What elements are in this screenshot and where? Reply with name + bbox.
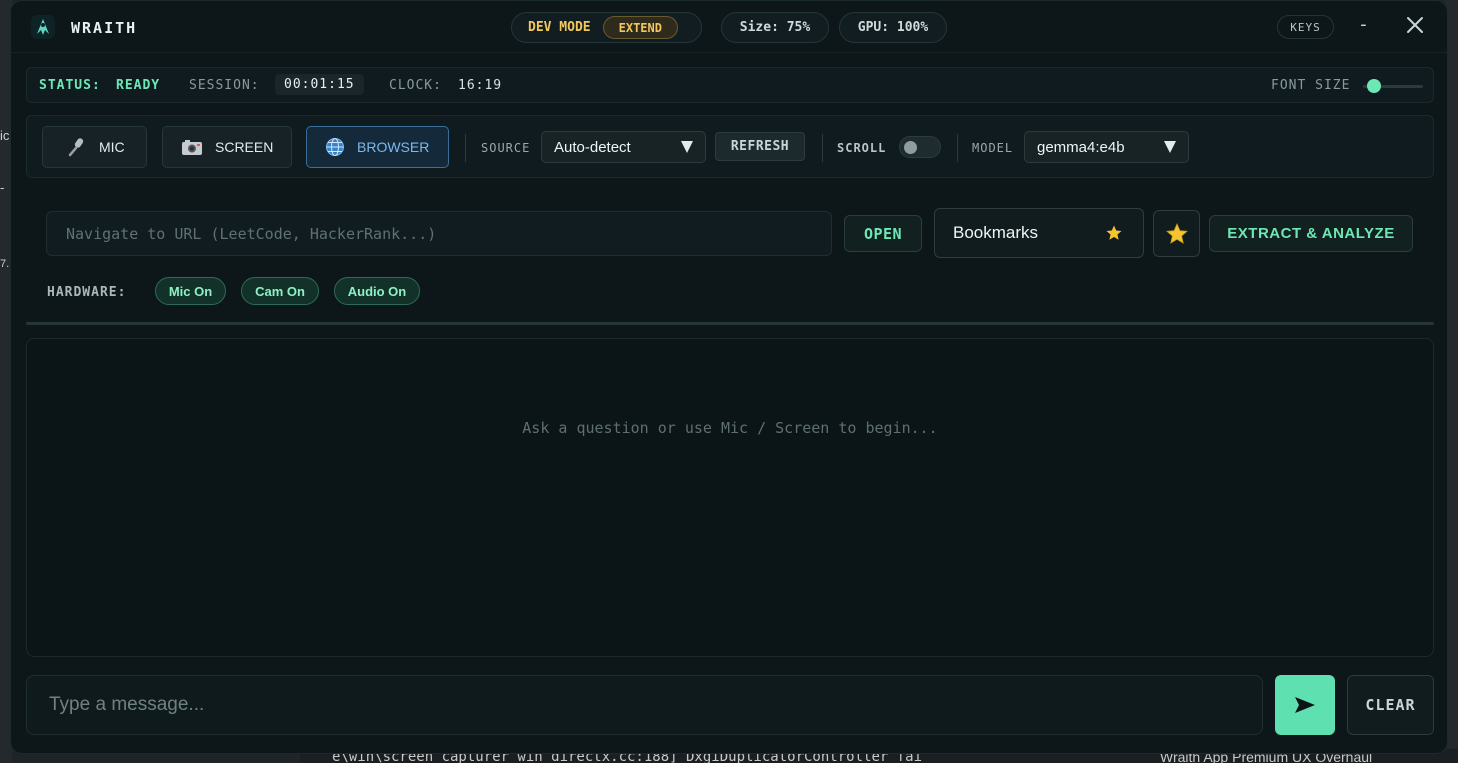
camera-icon (181, 138, 203, 156)
input-toolbar: MIC SCREEN BROWSER SOURCE Auto-detect RE… (26, 115, 1434, 178)
screen-button[interactable]: SCREEN (162, 126, 292, 168)
mic-label: MIC (99, 139, 125, 155)
toolbar-divider (957, 134, 958, 162)
clock-value: 16:19 (458, 78, 503, 93)
background-text: - (0, 180, 5, 195)
browser-button[interactable]: BROWSER (306, 126, 449, 168)
model-label: MODEL (972, 141, 1014, 155)
status-bar: STATUS: READY SESSION: 00:01:15 CLOCK: 1… (26, 67, 1434, 103)
status-value: READY (116, 78, 161, 93)
add-bookmark-button[interactable] (1153, 210, 1200, 257)
source-value: Auto-detect (554, 138, 631, 156)
screen-label: SCREEN (215, 139, 274, 155)
hardware-label: HARDWARE: (47, 285, 127, 300)
gpu-pill[interactable]: GPU: 100% (839, 12, 947, 43)
star-icon (1105, 224, 1123, 247)
dev-mode-label: DEV MODE (528, 20, 591, 35)
background-text: ic (0, 128, 10, 143)
chat-empty-state: Ask a question or use Mic / Screen to be… (522, 419, 938, 437)
keys-button[interactable]: KEYS (1277, 15, 1334, 39)
mic-on-chip[interactable]: Mic On (155, 277, 226, 305)
message-input[interactable]: Type a message... (26, 675, 1263, 735)
source-label: SOURCE (481, 141, 531, 155)
refresh-button[interactable]: REFRESH (715, 132, 805, 161)
browser-label: BROWSER (357, 139, 430, 155)
toolbar-divider (822, 134, 823, 162)
size-pill[interactable]: Size: 75% (721, 12, 829, 43)
minimize-button[interactable]: - (1358, 14, 1369, 35)
source-select[interactable]: Auto-detect (541, 131, 706, 163)
toggle-knob (904, 141, 917, 154)
scroll-label: SCROLL (837, 141, 887, 155)
clock-label: CLOCK: (389, 78, 442, 93)
status-label: STATUS: (39, 78, 101, 93)
model-value: gemma4:e4b (1037, 138, 1125, 156)
bookmarks-label: Bookmarks (953, 223, 1039, 242)
chat-panel[interactable]: Ask a question or use Mic / Screen to be… (26, 338, 1434, 657)
close-icon (1407, 17, 1423, 33)
extend-button[interactable]: EXTEND (602, 16, 678, 39)
session-label: SESSION: (189, 78, 260, 93)
font-size-slider-thumb[interactable] (1367, 79, 1381, 93)
app-window: WRAITH DEV MODE EXTEND Size: 75% GPU: 10… (10, 0, 1448, 754)
model-select[interactable]: gemma4:e4b (1024, 131, 1189, 163)
send-button[interactable] (1275, 675, 1335, 735)
audio-on-chip[interactable]: Audio On (334, 277, 420, 305)
globe-icon (325, 137, 345, 157)
app-title: WRAITH (71, 19, 138, 37)
font-size-label: FONT SIZE (1271, 78, 1351, 93)
open-url-button[interactable]: OPEN (844, 215, 922, 252)
close-button[interactable] (1403, 13, 1427, 37)
clear-button[interactable]: CLEAR (1347, 675, 1434, 735)
section-divider (26, 322, 1434, 325)
dev-mode-pill: DEV MODE EXTEND (511, 12, 702, 43)
url-input[interactable]: Navigate to URL (LeetCode, HackerRank...… (46, 211, 832, 256)
bookmarks-select[interactable]: Bookmarks (934, 208, 1144, 258)
dropdown-arrow-icon (1164, 141, 1176, 153)
send-icon (1295, 697, 1315, 713)
session-timer: 00:01:15 (275, 74, 364, 95)
cam-on-chip[interactable]: Cam On (241, 277, 319, 305)
toolbar-divider (465, 134, 466, 162)
wraith-logo-icon (31, 15, 55, 39)
microphone-icon (67, 137, 87, 157)
scroll-toggle[interactable] (899, 136, 941, 158)
titlebar[interactable]: WRAITH DEV MODE EXTEND Size: 75% GPU: 10… (11, 1, 1447, 53)
extract-analyze-button[interactable]: EXTRACT & ANALYZE (1209, 215, 1413, 252)
mic-button[interactable]: MIC (42, 126, 147, 168)
dropdown-arrow-icon (681, 141, 693, 153)
star-icon (1165, 222, 1188, 244)
